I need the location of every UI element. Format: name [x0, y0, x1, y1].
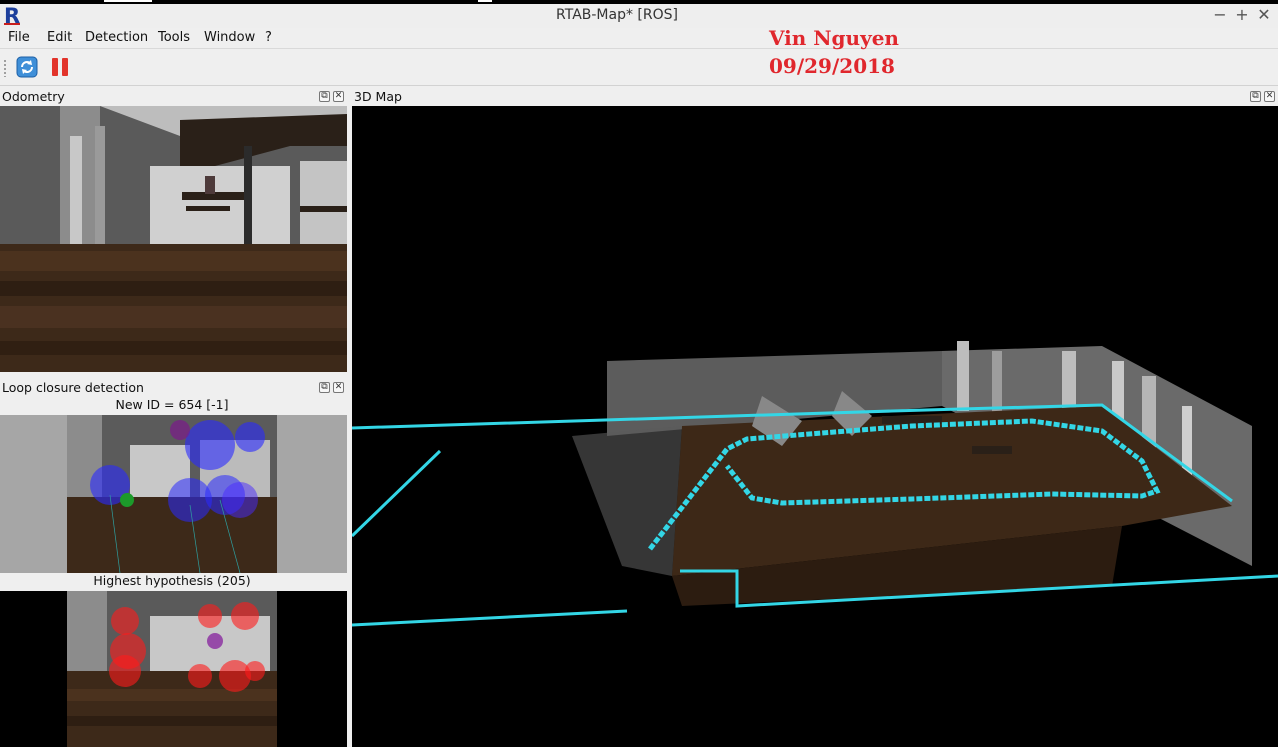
loop-closure-title: Loop closure detection [2, 380, 144, 395]
odometry-close-button[interactable]: ✕ [333, 91, 344, 102]
loop-closure-image [0, 415, 347, 573]
hypothesis-image [0, 591, 347, 747]
map3d-title: 3D Map [354, 89, 402, 104]
odometry-title: Odometry [2, 89, 65, 104]
top-strip-mark [478, 0, 492, 2]
map3d-viewport[interactable] [352, 106, 1278, 747]
refresh-button[interactable] [16, 56, 38, 78]
loop-closure-float-button[interactable]: ⧉ [319, 382, 330, 393]
pause-icon [52, 58, 68, 76]
maximize-button[interactable]: + [1232, 5, 1252, 25]
new-id-label: New ID = 654 [-1] [0, 397, 344, 415]
watermark-text: Vin Nguyen 09/29/2018 [769, 24, 899, 80]
toolbar [0, 48, 1278, 86]
toolbar-grip[interactable] [3, 59, 7, 77]
window-titlebar: R RTAB-Map* [ROS] − + ✕ [0, 4, 1278, 28]
menu-window[interactable]: Window [204, 30, 255, 45]
dock-separator[interactable] [0, 372, 347, 378]
menu-tools[interactable]: Tools [158, 30, 190, 45]
pause-button[interactable] [50, 56, 70, 78]
odometry-dock-title: Odometry ⧉ ✕ [0, 88, 347, 106]
top-strip-mark [104, 0, 152, 2]
map3d-close-button[interactable]: ✕ [1264, 91, 1275, 102]
menu-bar: File Edit Detection Tools Window ? [0, 28, 1278, 48]
close-button[interactable]: ✕ [1254, 5, 1274, 25]
highest-hypothesis-label: Highest hypothesis (205) [0, 573, 344, 591]
odometry-camera-view [0, 106, 347, 372]
loop-closure-dock-title: Loop closure detection ⧉ ✕ [0, 379, 347, 397]
menu-edit[interactable]: Edit [47, 30, 72, 45]
loop-closure-close-button[interactable]: ✕ [333, 382, 344, 393]
map3d-dock-title: 3D Map ⧉ ✕ [352, 88, 1278, 106]
menu-detection[interactable]: Detection [85, 30, 148, 45]
watermark-date: 09/29/2018 [769, 54, 895, 78]
menu-file[interactable]: File [8, 30, 30, 45]
window-title: RTAB-Map* [ROS] [556, 7, 678, 23]
map3d-float-button[interactable]: ⧉ [1250, 91, 1261, 102]
watermark-name: Vin Nguyen [769, 26, 899, 50]
menu-help[interactable]: ? [265, 30, 272, 45]
odometry-float-button[interactable]: ⧉ [319, 91, 330, 102]
minimize-button[interactable]: − [1210, 5, 1230, 25]
refresh-icon [16, 56, 38, 78]
